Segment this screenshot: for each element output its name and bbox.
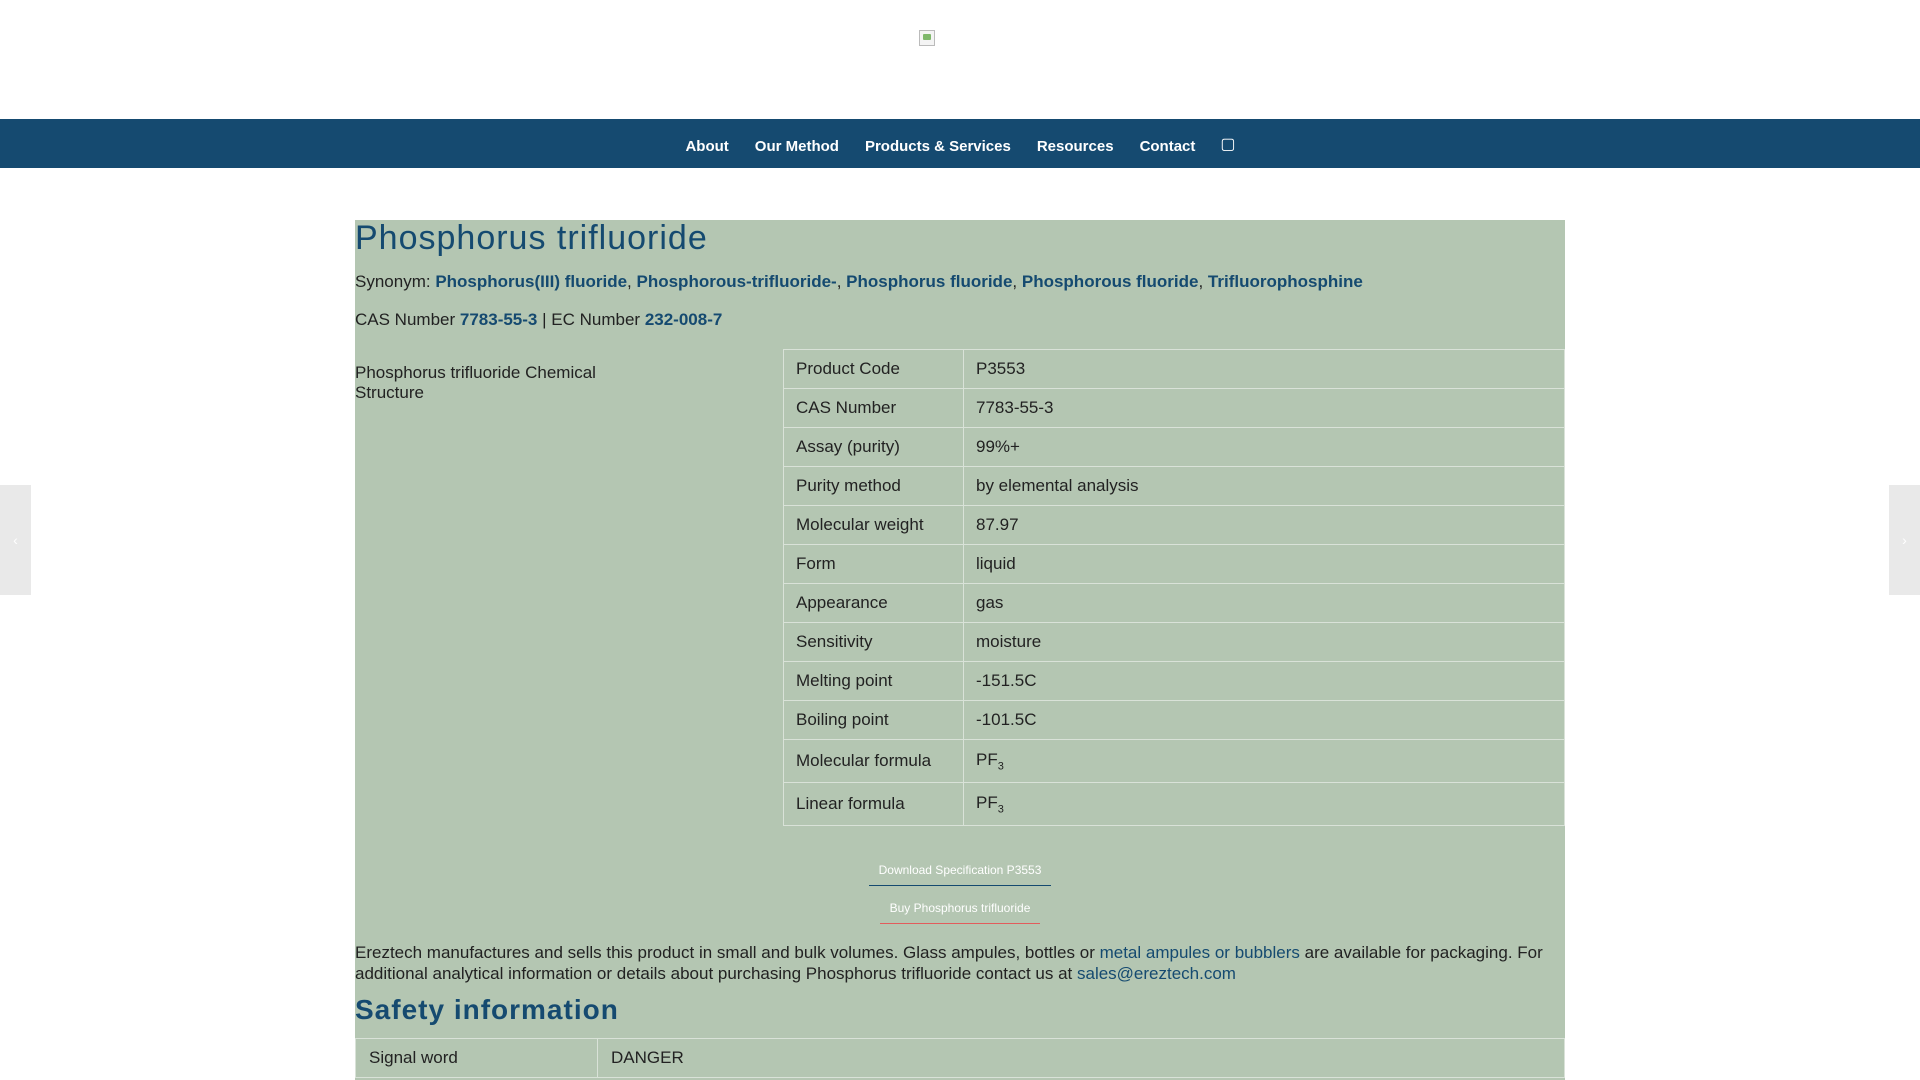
nav-products-services[interactable]: Products & Services <box>852 122 1024 171</box>
property-key: Appearance <box>783 583 964 623</box>
property-key: Product Code <box>783 349 964 389</box>
property-key: Sensitivity <box>783 622 964 662</box>
site-header <box>0 0 1920 119</box>
formula-key: Molecular formula <box>783 739 964 783</box>
broken-image-icon[interactable] <box>919 30 935 46</box>
formula-value: PF3 <box>963 739 1565 783</box>
nav-resources[interactable]: Resources <box>1024 122 1127 171</box>
next-arrow-tab[interactable]: › <box>1889 485 1920 595</box>
property-value: moisture <box>963 622 1565 662</box>
property-value: P3553 <box>963 349 1565 389</box>
property-value: 87.97 <box>963 505 1565 545</box>
table-row: Molecular formula PF3 <box>783 739 1565 783</box>
page-title: Phosphorus trifluoride <box>355 220 708 257</box>
search-icon[interactable]: ▢ <box>1208 134 1247 154</box>
structure-alt-text: Phosphorus trifluoride Chemical Structur… <box>355 363 596 402</box>
formula-subscript: 3 <box>997 803 1004 816</box>
property-key: Assay (purity) <box>783 427 964 467</box>
table-row: Product Code P3553 <box>783 349 1565 389</box>
table-row: Boiling point -101.5C <box>783 700 1565 740</box>
property-key: Boiling point <box>783 700 964 740</box>
packaging-link[interactable]: metal ampules or bubblers <box>1100 943 1300 962</box>
table-row: Linear formula PF3 <box>783 782 1565 826</box>
table-row: Purity method by elemental analysis <box>783 466 1565 506</box>
product-content: Phosphorus trifluoride Synonym: Phosphor… <box>355 220 1565 1080</box>
property-value: gas <box>963 583 1565 623</box>
synonym-link[interactable]: Trifluorophosphine <box>1208 272 1363 291</box>
table-row: Form liquid <box>783 544 1565 584</box>
formula-base: PF <box>976 792 998 812</box>
property-key: Molecular weight <box>783 505 964 545</box>
cas-ec-line: CAS Number 7783-55-3 | EC Number 232-008… <box>355 310 723 329</box>
property-value: -151.5C <box>963 661 1565 701</box>
safety-value: DANGER <box>597 1038 1565 1078</box>
chemical-structure-image: Phosphorus trifluoride Chemical Structur… <box>355 363 655 403</box>
property-key: Melting point <box>783 661 964 701</box>
table-row: Molecular weight 87.97 <box>783 505 1565 545</box>
table-row: Appearance gas <box>783 583 1565 623</box>
nav-about[interactable]: About <box>672 122 741 171</box>
nav-contact[interactable]: Contact <box>1127 122 1209 171</box>
email-link[interactable]: sales@ereztech.com <box>1077 964 1236 983</box>
formula-key: Linear formula <box>783 782 964 826</box>
table-row: CAS Number 7783-55-3 <box>783 388 1565 428</box>
synonym-line: Synonym: Phosphorus(III) fluoride, Phosp… <box>355 272 1363 291</box>
cas-label: CAS Number <box>355 310 456 329</box>
synonym-label: Synonym: <box>355 272 431 291</box>
safety-key: Signal word <box>355 1038 598 1078</box>
property-key: CAS Number <box>783 388 964 428</box>
description-text: Ereztech manufactures and sells this pro… <box>355 943 1100 962</box>
chevron-left-icon: ‹ <box>13 532 18 548</box>
property-value: -101.5C <box>963 700 1565 740</box>
properties-table: Product Code P3553 CAS Number 7783-55-3 Assa… <box>783 349 1565 826</box>
buy-button[interactable]: Buy Phosphorus trifluoride <box>355 901 1565 924</box>
chevron-right-icon: › <box>1902 532 1907 548</box>
safety-table: Signal word DANGER <box>355 1038 1565 1078</box>
property-key: Purity method <box>783 466 964 506</box>
cas-number-link[interactable]: 7783-55-3 <box>460 310 538 329</box>
synonym-link[interactable]: Phosphorous-trifluoride- <box>637 272 837 291</box>
property-key: Form <box>783 544 964 584</box>
synonym-link[interactable]: Phosphorus(III) fluoride <box>435 272 627 291</box>
property-value: 99%+ <box>963 427 1565 467</box>
download-spec-button[interactable]: Download Specification P3553 <box>355 863 1565 886</box>
nav-our-method[interactable]: Our Method <box>742 122 852 171</box>
table-row: Melting point -151.5C <box>783 661 1565 701</box>
table-row: Sensitivity moisture <box>783 622 1565 662</box>
product-description: Ereztech manufactures and sells this pro… <box>355 942 1565 984</box>
safety-heading: Safety information <box>355 994 619 1025</box>
download-spec-label: Download Specification P3553 <box>868 863 1052 886</box>
formula-base: PF <box>976 749 998 769</box>
formula-subscript: 3 <box>997 760 1004 773</box>
table-row: Assay (purity) 99%+ <box>783 427 1565 467</box>
synonym-link[interactable]: Phosphorus fluoride <box>846 272 1012 291</box>
table-row: Signal word DANGER <box>355 1038 1565 1078</box>
property-value: liquid <box>963 544 1565 584</box>
buy-label: Buy Phosphorus trifluoride <box>879 901 1041 924</box>
ec-number-link[interactable]: 232-008-7 <box>645 310 723 329</box>
main-nav: About Our Method Products & Services Res… <box>0 119 1920 168</box>
property-value: 7783-55-3 <box>963 388 1565 428</box>
synonym-link[interactable]: Phosphorous fluoride <box>1022 272 1199 291</box>
ec-label: EC Number <box>551 310 641 329</box>
formula-value: PF3 <box>963 782 1565 826</box>
property-value: by elemental analysis <box>963 466 1565 506</box>
prev-arrow-tab[interactable]: ‹ <box>0 485 31 595</box>
